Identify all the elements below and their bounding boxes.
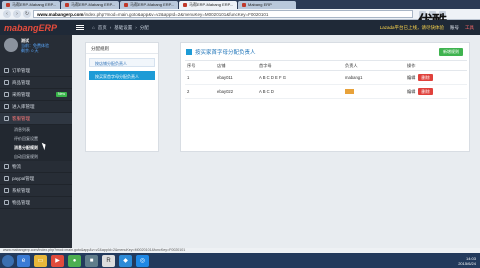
new-badge: New	[55, 92, 67, 97]
browser-tab[interactable]: 马帮ERP-Mabang ERP...	[120, 1, 178, 9]
folder-icon[interactable]: ▭	[34, 254, 47, 267]
sidebar-item-warehouse[interactable]: 进入库管理	[0, 101, 72, 113]
browser-icon[interactable]: ◆	[119, 254, 132, 267]
start-icon[interactable]	[2, 254, 14, 267]
media-icon[interactable]: ▶	[51, 254, 64, 267]
browser-tabbar: 马帮ERP-Mabang ERP... 马帮ERP-Mabang ERP... …	[0, 0, 480, 9]
breadcrumb-item[interactable]: 首页	[98, 25, 107, 31]
app-icon[interactable]: ■	[85, 254, 98, 267]
browser-tab-active[interactable]: 马帮ERP-Mabang ERP...	[179, 1, 237, 9]
edit-button[interactable]: 编辑	[407, 75, 415, 80]
notice-text[interactable]: Lazada平台已上线，请尽快体验	[380, 25, 444, 31]
user-box: 测试 当前：免费体验 剩余: 0 天	[0, 35, 72, 65]
owner-flag-icon	[345, 89, 354, 95]
sidebar-item-paypal[interactable]: paypal管理	[0, 173, 72, 185]
ie-icon[interactable]: e	[17, 254, 30, 267]
sidebar-subitem[interactable]: 评价回复设置	[0, 134, 72, 143]
sidebar-item-purchase[interactable]: 采购管理 New	[0, 89, 72, 101]
sidebar-item-system[interactable]: 系统管理	[0, 185, 72, 197]
rule-by-shop[interactable]: 按店铺分配负责人	[89, 58, 155, 67]
logistics-icon	[4, 164, 9, 169]
add-rule-button[interactable]: 新增规则	[439, 47, 463, 56]
favicon-icon	[65, 2, 69, 7]
box-icon	[4, 200, 9, 205]
breadcrumb: ⌂ 首页 › 基础设置 › 分配	[92, 24, 149, 31]
col-header: 操作	[405, 60, 467, 71]
table-header: 序号 店铺 首字母 负责人 操作	[185, 60, 467, 71]
breadcrumb-item: 分配	[139, 24, 149, 30]
sidebar-item-items[interactable]: 物品管理	[0, 197, 72, 209]
app-header: mabangERP ⌂ 首页 › 基础设置 › 分配 Lazada平台已上线，请…	[0, 20, 480, 35]
sidebar-item-service[interactable]: 客服管理	[0, 113, 72, 125]
rules-table: 序号 店铺 首字母 负责人 操作 1 ebay011 A B C D E F G…	[185, 60, 467, 99]
col-header: 负责人	[343, 60, 405, 71]
taskbar: e ▭ ▶ ● ■ R ◆ ◎ 14:03 2015/6/24	[0, 253, 480, 268]
refresh-icon[interactable]: ↻	[23, 10, 31, 18]
rule-by-initial[interactable]: 按买家首字母分配负责人	[89, 71, 155, 80]
qq-icon[interactable]: ◎	[136, 254, 149, 267]
service-icon	[4, 116, 9, 121]
home-icon: ⌂	[92, 25, 95, 30]
avatar	[4, 38, 18, 52]
app-logo[interactable]: mabangERP	[0, 23, 72, 33]
sidebar-subitem-active[interactable]: 消息分配规则	[0, 143, 72, 152]
chrome-icon[interactable]: ●	[68, 254, 81, 267]
paypal-icon	[4, 176, 9, 181]
user-days: 剩余: 0 天	[21, 48, 39, 53]
warehouse-icon	[4, 104, 9, 109]
edit-button[interactable]: 编辑	[407, 89, 415, 94]
main-panel: 按买家首字母分配负责人 新增规则 序号 店铺 首字母 负责人 操作 1 ebay…	[180, 42, 470, 152]
browser-tab[interactable]: 马帮ERP-Mabang ERP...	[61, 1, 119, 9]
col-header: 首字母	[257, 60, 343, 71]
system-clock[interactable]: 14:03 2015/6/24	[458, 256, 476, 266]
col-header: 店铺	[215, 60, 257, 71]
url-input[interactable]: www.mabangerp.com/index.php?mod=main.got…	[33, 10, 413, 18]
sidebar-item-orders[interactable]: 订单管理	[0, 65, 72, 77]
purchase-icon	[4, 92, 9, 97]
back-icon[interactable]: ‹	[3, 10, 11, 18]
address-bar: ‹ › ↻ www.mabangerp.com/index.php?mod=ma…	[0, 9, 480, 20]
sidebar-subitem[interactable]: 自动回复规则	[0, 152, 72, 161]
rule-panel-title: 分配规则	[86, 43, 158, 54]
hamburger-icon[interactable]	[76, 24, 84, 32]
breadcrumb-item[interactable]: 基础设置	[114, 25, 132, 31]
orders-icon	[4, 68, 9, 73]
sidebar-item-logistics[interactable]: 物流	[0, 161, 72, 173]
favicon-icon	[6, 2, 10, 7]
list-icon	[186, 48, 192, 55]
table-row: 2 ebay022 A B C D 编辑 删除	[185, 84, 467, 99]
browser-tab[interactable]: 马帮ERP-Mabang ERP...	[2, 1, 60, 9]
delete-button[interactable]: 删除	[418, 87, 433, 95]
content-area: 分配规则 按店铺分配负责人 按买家首字母分配负责人 按买家首字母分配负责人 新增…	[72, 35, 480, 248]
favicon-icon	[183, 2, 187, 7]
favicon-icon	[242, 2, 246, 7]
delete-button[interactable]: 删除	[418, 73, 433, 81]
sidebar-subitem[interactable]: 消息列表	[0, 125, 72, 134]
sidebar-item-products[interactable]: 商品管理	[0, 77, 72, 89]
sidebar: 测试 当前：免费体验 剩余: 0 天 订单管理 商品管理 采购管理 New 进入库…	[0, 35, 72, 248]
page-title: 按买家首字母分配负责人	[195, 49, 256, 56]
tool-menu[interactable]: 工具	[465, 25, 474, 31]
col-header: 序号	[185, 60, 215, 71]
forward-icon[interactable]: ›	[13, 10, 21, 18]
table-row: 1 ebay011 A B C D E F G mabang1 编辑 删除	[185, 70, 467, 85]
gear-icon	[4, 188, 9, 193]
recorder-icon[interactable]: R	[102, 254, 115, 267]
favicon-icon	[124, 2, 128, 7]
products-icon	[4, 80, 9, 85]
user-menu[interactable]: 账号	[450, 25, 459, 31]
rule-panel: 分配规则 按店铺分配负责人 按买家首字母分配负责人	[85, 42, 159, 152]
browser-tab[interactable]: Mabang ERP	[238, 1, 296, 9]
